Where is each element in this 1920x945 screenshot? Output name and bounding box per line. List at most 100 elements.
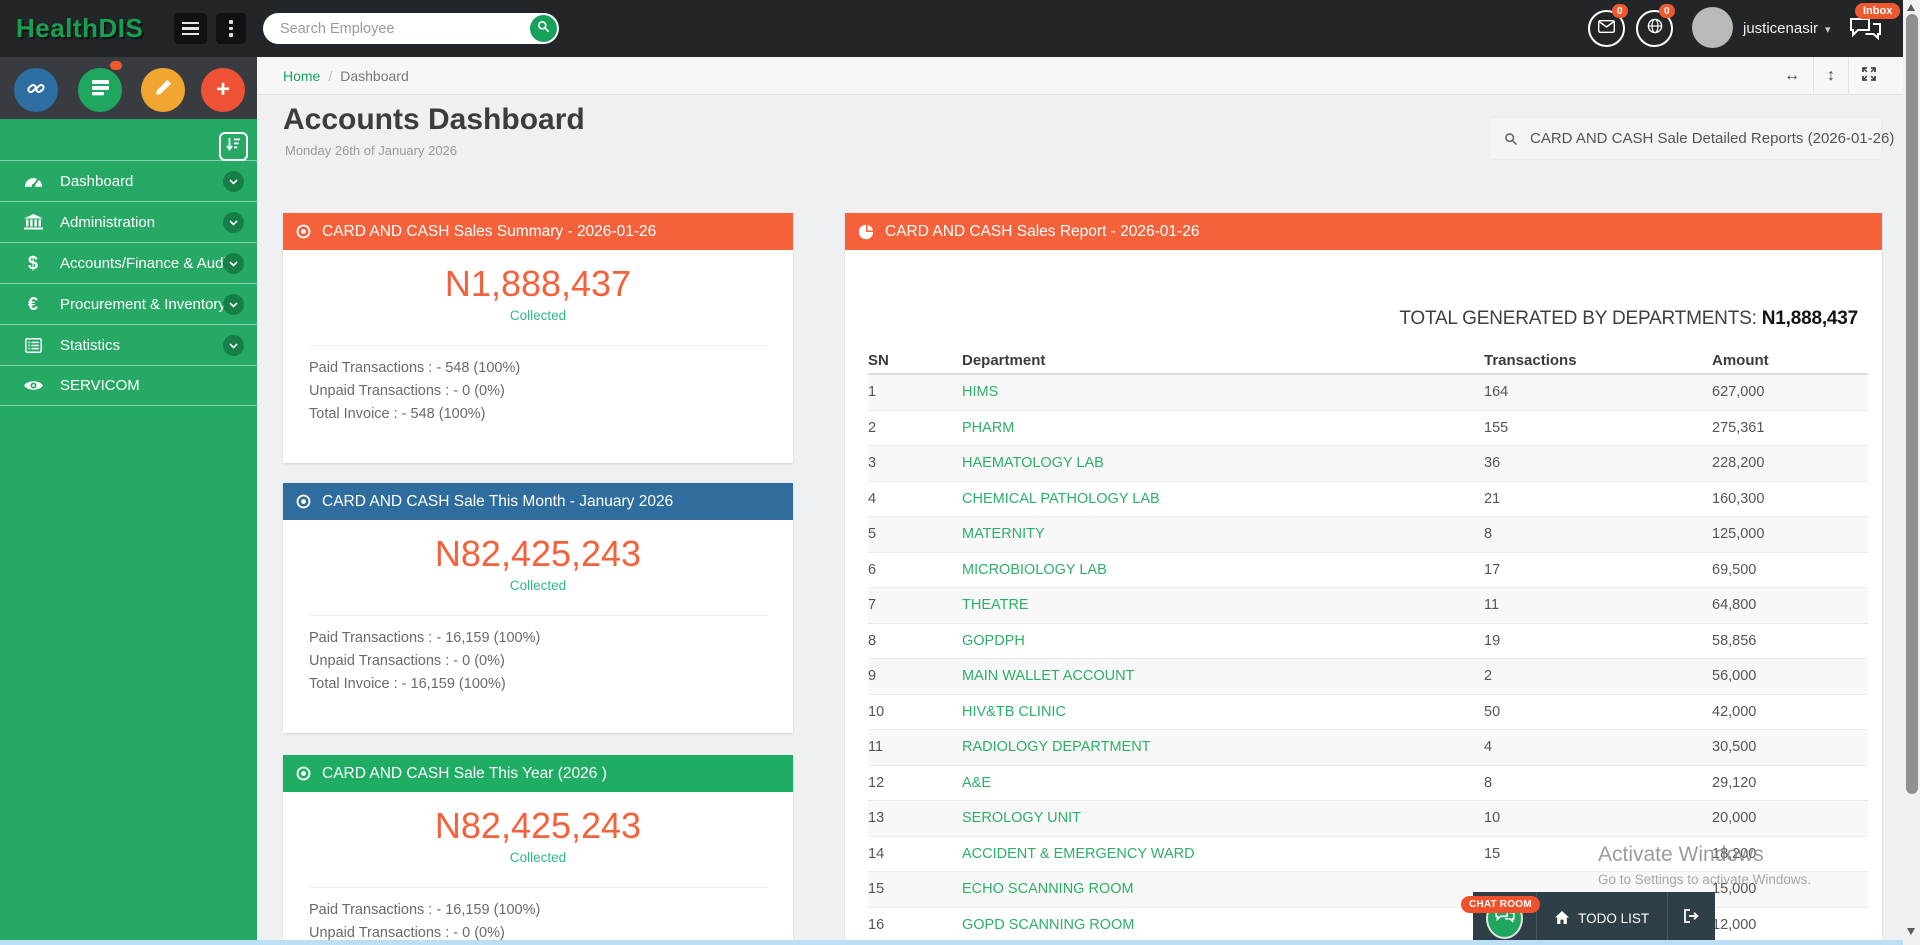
report-header: CARD AND CASH Sales Report - 2026-01-26: [845, 213, 1882, 250]
row-transactions: 21: [1484, 491, 1712, 507]
vertical-resize-button[interactable]: ↕: [1813, 57, 1848, 95]
pie-chart-icon: [858, 224, 874, 240]
sidebar-item-label: SERVICOM: [60, 377, 140, 394]
department-link[interactable]: A&E: [962, 775, 1484, 791]
row-sn: 5: [868, 526, 962, 542]
scroll-up-arrow-icon[interactable]: [1907, 4, 1915, 11]
row-transactions: 2: [1484, 668, 1712, 684]
table-row: 12 A&E 8 29,120: [868, 766, 1868, 802]
department-link[interactable]: MATERNITY: [962, 526, 1484, 542]
table-row: 8 GOPDPH 19 58,856: [868, 624, 1868, 660]
table-row: 7 THEATRE 11 64,800: [868, 588, 1868, 624]
employee-search-button[interactable]: [530, 15, 557, 42]
collected-label: Collected: [283, 578, 793, 593]
inbox-badge: Inbox: [1855, 3, 1900, 19]
divider: [309, 615, 767, 616]
row-sn: 12: [868, 775, 962, 791]
quick-add-button[interactable]: +: [201, 68, 245, 112]
main-sidebar: Dashboard Administration $ Accounts/Fina…: [0, 119, 257, 945]
employee-search-input[interactable]: [280, 13, 520, 44]
user-menu[interactable]: justicenasir▾: [1743, 0, 1831, 57]
breadcrumb: Home / Dashboard: [283, 57, 409, 95]
quick-links-button[interactable]: [14, 68, 58, 112]
department-link[interactable]: MAIN WALLET ACCOUNT: [962, 668, 1484, 684]
chat-room-badge: CHAT ROOM: [1461, 896, 1540, 913]
department-link[interactable]: PHARM: [962, 420, 1484, 436]
chevron-down-icon[interactable]: [223, 294, 244, 315]
row-transactions: 36: [1484, 455, 1712, 471]
chevron-down-icon[interactable]: [223, 335, 244, 356]
department-link[interactable]: CHEMICAL PATHOLOGY LAB: [962, 491, 1484, 507]
chevron-down-icon[interactable]: [223, 253, 244, 274]
chevron-down-icon: ▾: [1825, 24, 1831, 36]
sidebar-toggle-button[interactable]: [174, 13, 207, 44]
sidebar-item-servicom[interactable]: SERVICOM: [0, 365, 257, 406]
department-link[interactable]: ECHO SCANNING ROOM: [962, 881, 1484, 897]
row-amount: 125,000: [1712, 526, 1868, 542]
sidebar-quick-actions: +: [0, 57, 257, 119]
chevron-down-icon[interactable]: [223, 171, 244, 192]
sidebar-item-accounts-finance[interactable]: $ Accounts/Finance & Audit: [0, 242, 257, 283]
card-title: CARD AND CASH Sales Summary - 2026-01-26: [322, 223, 656, 241]
report-search-box[interactable]: CARD AND CASH Sale Detailed Reports (202…: [1489, 117, 1882, 160]
horizontal-resize-button[interactable]: ↔: [1771, 57, 1813, 95]
server-list-icon: [91, 79, 110, 102]
table-row: 1 HIMS 164 627,000: [868, 375, 1868, 411]
scrollbar-thumb[interactable]: [1906, 14, 1918, 794]
speedometer-icon: [16, 173, 50, 189]
link-icon: [26, 78, 46, 103]
taskbar-edge: [0, 940, 1920, 945]
row-sn: 16: [868, 917, 962, 933]
table-row: 15 ECHO SCANNING ROOM 15,000: [868, 872, 1868, 908]
department-link[interactable]: MICROBIOLOGY LAB: [962, 562, 1484, 578]
department-link[interactable]: HIMS: [962, 384, 1484, 400]
department-link[interactable]: ACCIDENT & EMERGENCY WARD: [962, 846, 1484, 862]
sales-report-panel: CARD AND CASH Sales Report - 2026-01-26 …: [845, 213, 1882, 945]
chevron-down-icon[interactable]: [223, 212, 244, 233]
row-sn: 8: [868, 633, 962, 649]
todo-list-button[interactable]: TODO LIST: [1537, 911, 1667, 927]
report-search-text: CARD AND CASH Sale Detailed Reports (202…: [1530, 130, 1894, 147]
card-body: N82,425,243 Collected Paid Transactions …: [283, 520, 793, 733]
row-amount: 29,120: [1712, 775, 1868, 791]
sort-menu-button[interactable]: [219, 132, 248, 161]
sales-summary-card: CARD AND CASH Sales Summary - 2026-01-26…: [283, 213, 793, 463]
stat-line: Unpaid Transactions : - 0 (0%): [309, 380, 793, 403]
table-row: 16 GOPD SCANNING ROOM 12,000: [868, 908, 1868, 944]
sort-amount-icon: [226, 137, 241, 157]
department-link[interactable]: GOPD SCANNING ROOM: [962, 917, 1484, 933]
department-link[interactable]: SEROLOGY UNIT: [962, 810, 1484, 826]
row-sn: 4: [868, 491, 962, 507]
row-amount: 69,500: [1712, 562, 1868, 578]
department-link[interactable]: GOPDPH: [962, 633, 1484, 649]
scroll-down-arrow-icon[interactable]: [1907, 928, 1915, 935]
vertical-scrollbar[interactable]: [1903, 0, 1920, 945]
sign-out-button[interactable]: [1668, 909, 1715, 928]
department-link[interactable]: RADIOLOGY DEPARTMENT: [962, 739, 1484, 755]
fullscreen-button[interactable]: [1848, 57, 1889, 95]
quick-edit-button[interactable]: [141, 68, 185, 112]
breadcrumb-separator: /: [328, 68, 332, 84]
card-stats: Paid Transactions : - 548 (100%) Unpaid …: [309, 357, 793, 427]
quick-list-button[interactable]: [78, 68, 122, 112]
row-transactions: 8: [1484, 775, 1712, 791]
target-icon: [296, 494, 311, 509]
department-link[interactable]: HAEMATOLOGY LAB: [962, 455, 1484, 471]
sidebar-item-label: Administration: [60, 214, 155, 231]
search-icon: [1504, 132, 1518, 146]
sidebar-item-dashboard[interactable]: Dashboard: [0, 160, 257, 201]
department-link[interactable]: THEATRE: [962, 597, 1484, 613]
more-options-button[interactable]: [216, 13, 246, 44]
sidebar-item-statistics[interactable]: Statistics: [0, 324, 257, 365]
list-alt-icon: [16, 338, 50, 353]
user-avatar[interactable]: [1692, 7, 1733, 48]
sidebar-item-procurement[interactable]: € Procurement & Inventory: [0, 283, 257, 324]
breadcrumb-home-link[interactable]: Home: [283, 68, 320, 84]
hamburger-icon: [182, 22, 199, 36]
department-link[interactable]: HIV&TB CLINIC: [962, 704, 1484, 720]
bank-icon: [16, 214, 50, 231]
chat-button[interactable]: [1849, 17, 1882, 47]
col-sn: SN: [868, 352, 962, 369]
app-logo[interactable]: HealthDIS: [16, 0, 143, 57]
sidebar-item-administration[interactable]: Administration: [0, 201, 257, 242]
